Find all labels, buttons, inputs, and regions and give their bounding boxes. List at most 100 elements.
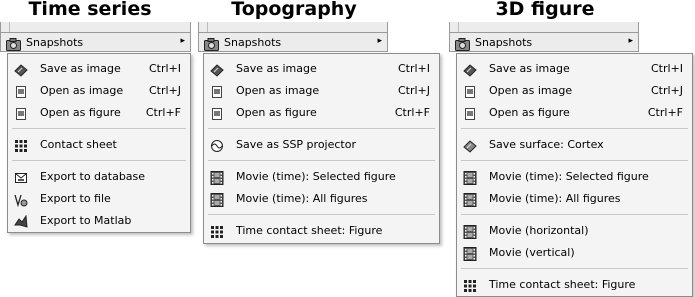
submenu-arrow-icon: ▸ [180, 36, 185, 46]
menu-item-time-contact-sheet[interactable]: Time contact sheet: Figure [457, 274, 692, 296]
grid-icon [210, 224, 224, 238]
separator [461, 214, 688, 215]
snapshots-submenu: Save as image Ctrl+I Open as image Ctrl+… [203, 53, 440, 244]
film-icon [210, 170, 224, 185]
menu-item-label: Save as SSP projector [236, 138, 356, 151]
menu-item-label: Open as figure [489, 106, 570, 119]
picture-icon [210, 84, 224, 98]
export-file-icon [14, 192, 28, 208]
shortcut-label: Ctrl+F [647, 106, 683, 119]
menu-item-label: Movie (time): Selected figure [489, 170, 649, 183]
panel-title: Time series [28, 0, 152, 20]
menu-item-open-as-image[interactable]: Open as image Ctrl+J [457, 80, 692, 102]
menu-item-label: Movie (time): Selected figure [236, 170, 396, 183]
panel-title: Topography [231, 0, 357, 20]
surface-icon [463, 138, 477, 153]
menu-item-movie-all-figures[interactable]: Movie (time): All figures [204, 188, 439, 210]
menu-item-label: Open as image [236, 84, 320, 97]
database-icon [14, 170, 28, 184]
menu-item-label: Open as figure [236, 106, 317, 119]
picture-icon [14, 84, 28, 98]
menu-item-save-as-image[interactable]: Save as image Ctrl+I [8, 58, 190, 80]
menu-bar-strip [198, 22, 388, 32]
submenu-arrow-icon: ▸ [628, 36, 633, 46]
menu-item-label: Movie (vertical) [489, 246, 575, 259]
menu-item-save-as-image[interactable]: Save as image Ctrl+I [204, 58, 439, 80]
shortcut-label: Ctrl+I [650, 62, 683, 75]
snapshots-menu[interactable]: Snapshots ▸ [0, 32, 191, 52]
shortcut-label: Ctrl+J [397, 84, 430, 97]
separator [461, 128, 688, 129]
menu-bar-strip [449, 22, 639, 32]
eraser-icon [210, 62, 224, 77]
film-icon [210, 192, 224, 207]
menu-item-contact-sheet[interactable]: Contact sheet [8, 134, 190, 156]
menu-item-label: Export to database [40, 170, 146, 183]
menu-item-label: Export to file [40, 192, 111, 205]
menu-item-export-to-matlab[interactable]: Export to Matlab [8, 210, 190, 232]
shortcut-label: Ctrl+I [397, 62, 430, 75]
menu-item-export-to-file[interactable]: Export to file [8, 188, 190, 210]
menu-item-label: Save surface: Cortex [489, 138, 604, 151]
film-icon [463, 192, 477, 207]
menu-item-label: Open as image [489, 84, 573, 97]
menu-item-movie-horizontal[interactable]: Movie (horizontal) [457, 220, 692, 242]
shortcut-label: Ctrl+F [145, 106, 181, 119]
menu-item-label: Save as image [236, 62, 317, 75]
menu-item-save-as-image[interactable]: Save as image Ctrl+I [457, 58, 692, 80]
separator [208, 214, 435, 215]
menu-item-movie-all-figures[interactable]: Movie (time): All figures [457, 188, 692, 210]
separator [12, 160, 186, 161]
menu-item-label: Movie (time): All figures [236, 192, 368, 205]
menu-item-label: Open as image [40, 84, 124, 97]
menu-item-label: Export to Matlab [40, 214, 132, 227]
submenu-arrow-icon: ▸ [377, 36, 382, 46]
menu-item-export-to-database[interactable]: Export to database [8, 166, 190, 188]
picture-icon [463, 84, 477, 98]
snapshots-submenu: Save as image Ctrl+I Open as image Ctrl+… [456, 53, 693, 297]
menu-item-label: Movie (horizontal) [489, 224, 589, 237]
menu-bar-strip [0, 22, 191, 32]
figure-icon [210, 106, 224, 120]
shortcut-label: Ctrl+F [394, 106, 430, 119]
menu-item-label: Time contact sheet: Figure [489, 278, 636, 291]
separator [208, 128, 435, 129]
menu-item-movie-vertical[interactable]: Movie (vertical) [457, 242, 692, 264]
snapshots-label: Snapshots [475, 36, 533, 49]
grid-icon [463, 278, 477, 292]
shortcut-label: Ctrl+I [148, 62, 181, 75]
menu-item-open-as-figure[interactable]: Open as figure Ctrl+F [457, 102, 692, 124]
menu-item-label: Save as image [40, 62, 121, 75]
shortcut-label: Ctrl+J [148, 84, 181, 97]
separator [461, 268, 688, 269]
eraser-icon [14, 62, 28, 77]
menu-item-open-as-figure[interactable]: Open as figure Ctrl+F [8, 102, 190, 124]
separator [12, 128, 186, 129]
panel-title: 3D figure [495, 0, 595, 20]
snapshots-menu[interactable]: Snapshots ▸ [449, 32, 639, 52]
film-icon [463, 170, 477, 185]
figure-icon [463, 106, 477, 120]
menu-item-open-as-figure[interactable]: Open as figure Ctrl+F [204, 102, 439, 124]
snapshots-label: Snapshots [224, 36, 282, 49]
menu-item-open-as-image[interactable]: Open as image Ctrl+J [204, 80, 439, 102]
menu-item-label: Movie (time): All figures [489, 192, 621, 205]
menu-item-label: Contact sheet [40, 138, 117, 151]
menu-item-movie-selected-figure[interactable]: Movie (time): Selected figure [204, 166, 439, 188]
menu-item-movie-selected-figure[interactable]: Movie (time): Selected figure [457, 166, 692, 188]
menu-item-save-surface[interactable]: Save surface: Cortex [457, 134, 692, 156]
matlab-icon [14, 214, 28, 228]
snapshots-menu[interactable]: Snapshots ▸ [198, 32, 388, 52]
figure-icon [14, 106, 28, 120]
ssp-projector-icon [210, 138, 224, 152]
snapshots-submenu: Save as image Ctrl+I Open as image Ctrl+… [7, 53, 191, 233]
separator [461, 160, 688, 161]
menu-item-save-as-ssp-projector[interactable]: Save as SSP projector [204, 134, 439, 156]
menu-item-open-as-image[interactable]: Open as image Ctrl+J [8, 80, 190, 102]
menu-item-label: Time contact sheet: Figure [236, 224, 383, 237]
menu-item-label: Open as figure [40, 106, 121, 119]
snapshots-label: Snapshots [26, 36, 84, 49]
film-icon [463, 224, 477, 239]
menu-item-time-contact-sheet[interactable]: Time contact sheet: Figure [204, 220, 439, 242]
eraser-icon [463, 62, 477, 77]
